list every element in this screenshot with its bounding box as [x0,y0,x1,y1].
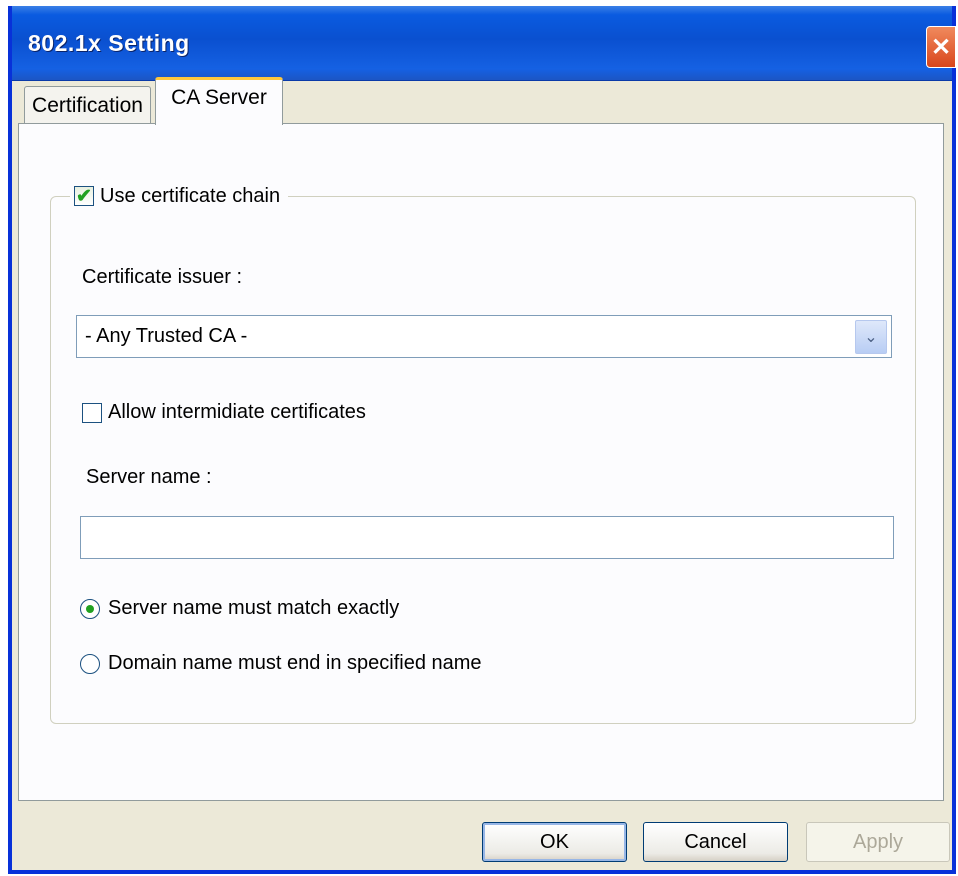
server-name-input[interactable] [80,516,894,559]
ok-button[interactable]: OK [482,822,627,862]
use-certificate-chain-label: Use certificate chain [100,184,281,207]
allow-intermediate-row[interactable]: Allow intermidiate certificates [82,401,366,424]
chevron-down-icon: ⌄ [864,328,878,346]
tab-ca-server-label: CA Server [171,86,267,109]
cancel-button-label: Cancel [684,830,747,853]
certificate-issuer-label: Certificate issuer : [82,266,243,288]
server-name-label: Server name : [86,466,212,488]
apply-button-label: Apply [852,830,904,853]
allow-intermediate-label: Allow intermidiate certificates [108,401,366,423]
check-icon: ✔ [76,185,92,207]
allow-intermediate-checkbox[interactable] [82,402,102,423]
radio-server-name-exact[interactable]: Server name must match exactly [80,597,399,620]
radio-domain-name-ends[interactable]: Domain name must end in specified name [80,652,482,675]
window-title: 802.1x Setting [28,30,190,56]
use-certificate-chain-row[interactable]: ✔ Use certificate chain [70,178,289,214]
certificate-issuer-value: - Any Trusted CA - [85,325,248,347]
tab-certification[interactable]: Certification [24,86,151,124]
tab-certification-label: Certification [32,93,143,117]
cancel-button[interactable]: Cancel [643,822,788,862]
dropdown-arrow-button[interactable]: ⌄ [855,319,887,354]
radio-selected-dot [86,604,94,613]
close-icon: ✕ [930,33,952,61]
radio-server-name-exact-label: Server name must match exactly [108,597,400,619]
radio-server-name-exact-button[interactable] [80,598,100,619]
radio-domain-name-ends-button[interactable] [80,653,100,674]
apply-button[interactable]: Apply [806,822,950,862]
use-certificate-chain-checkbox[interactable]: ✔ [74,186,94,206]
title-bar[interactable]: 802.1x Setting ✕ [12,6,956,81]
radio-domain-name-ends-label: Domain name must end in specified name [108,652,482,674]
ok-button-label: OK [540,830,569,853]
tab-ca-server[interactable]: CA Server [155,77,283,125]
close-button[interactable]: ✕ [926,26,956,68]
certificate-issuer-dropdown[interactable]: - Any Trusted CA - ⌄ [76,315,892,358]
